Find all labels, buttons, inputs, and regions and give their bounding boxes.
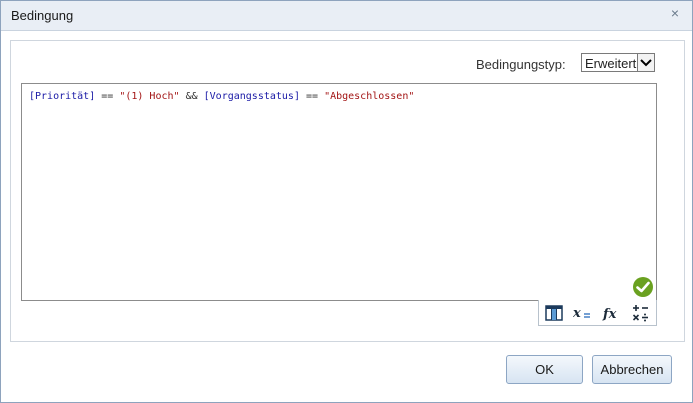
close-icon[interactable]: × xyxy=(668,6,682,20)
condition-dialog: Bedingung × Bedingungstyp: Erweitert [Pr… xyxy=(0,0,693,403)
cancel-button[interactable]: Abbrechen xyxy=(592,355,672,384)
expression-toolbar: x fx xyxy=(538,300,657,326)
chevron-down-icon[interactable] xyxy=(637,54,654,71)
expression-operator: == xyxy=(299,91,325,102)
operators-icon[interactable] xyxy=(630,303,652,323)
function-icon[interactable]: fx xyxy=(601,303,623,323)
dialog-title: Bedingung xyxy=(11,8,74,23)
svg-text:x: x xyxy=(573,306,581,321)
condition-type-select[interactable]: Erweitert xyxy=(581,53,655,72)
expression-field-status: [Vorgangsstatus] xyxy=(203,91,300,102)
variable-icon[interactable]: x xyxy=(572,303,594,323)
expression-field-priority: [Priorität] xyxy=(29,91,96,102)
expression-value-closed: "Abgeschlossen" xyxy=(324,91,415,102)
expression-value-high: "(1) Hoch" xyxy=(119,91,180,102)
expression-and-operator: && xyxy=(179,91,204,102)
ok-button[interactable]: OK xyxy=(506,355,583,384)
condition-type-value: Erweitert xyxy=(585,56,637,71)
expression-editor[interactable]: [Priorität] == "(1) Hoch" && [Vorgangsst… xyxy=(21,83,657,301)
columns-icon[interactable] xyxy=(543,303,565,323)
expression-text: [Priorität] == "(1) Hoch" && [Vorgangsst… xyxy=(29,91,414,102)
condition-type-label: Bedingungstyp: xyxy=(476,57,566,72)
svg-text:fx: fx xyxy=(602,307,617,321)
expression-operator: == xyxy=(95,91,120,102)
valid-check-icon xyxy=(633,277,653,297)
condition-panel: Bedingungstyp: Erweitert [Priorität] == … xyxy=(10,40,685,342)
dialog-titlebar: Bedingung × xyxy=(1,1,692,31)
